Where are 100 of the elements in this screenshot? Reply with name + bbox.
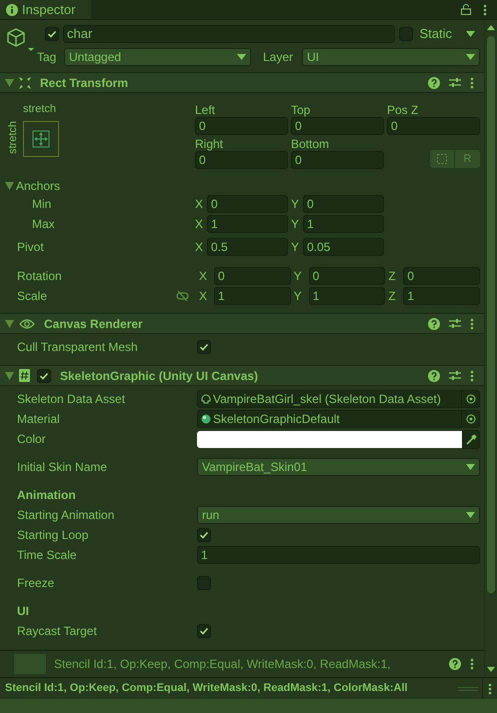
layer-dropdown[interactable]: UI: [302, 48, 480, 66]
section-heading: Animation: [17, 487, 76, 504]
collapse-icon[interactable]: [5, 372, 14, 380]
number-field[interactable]: 0: [308, 267, 386, 286]
property-label: Raycast Target: [17, 623, 98, 640]
lock-icon[interactable]: [461, 4, 471, 15]
help-icon[interactable]: [428, 370, 440, 382]
material-preview-title: Stencil Id:1, Op:Keep, Comp:Equal, WriteMask:0, ReadMask:1,: [54, 656, 391, 674]
tag-label: Tag: [37, 49, 58, 66]
unlinked-icon[interactable]: [176, 291, 189, 302]
checkbox[interactable]: [197, 624, 211, 638]
property-label: Cull Transparent Mesh: [17, 339, 139, 356]
number-field[interactable]: 1: [214, 287, 291, 306]
dropdown[interactable]: VampireBat_Skin01: [197, 458, 480, 476]
number-field[interactable]: 1: [308, 287, 386, 306]
anchors-foldout[interactable]: Anchors: [16, 176, 60, 195]
skull-icon: [201, 394, 211, 404]
info-icon: [6, 4, 18, 16]
number-field[interactable]: 0: [291, 117, 384, 136]
number-field[interactable]: 0.5: [207, 238, 288, 256]
dropdown[interactable]: run: [197, 506, 480, 524]
field-label: Right: [195, 136, 224, 152]
check-icon: [199, 530, 209, 540]
axis-label: Y: [291, 239, 300, 256]
axis-label: X: [199, 288, 208, 306]
component-header[interactable]: SkeletonGraphic (Unity UI Canvas): [0, 365, 484, 386]
object-field[interactable]: SkeletonGraphicDefault: [197, 410, 480, 428]
number-field[interactable]: 0: [207, 195, 288, 214]
checkbox[interactable]: [197, 340, 211, 354]
move-arrows-icon: [32, 130, 50, 148]
caret-icon: [237, 54, 246, 60]
number-field[interactable]: 0: [195, 151, 288, 170]
enabled-checkbox[interactable]: [37, 368, 51, 383]
component-header[interactable]: Rect Transform: [0, 72, 484, 94]
axis-label: X: [195, 196, 204, 214]
settings-icon[interactable]: [449, 77, 461, 88]
checkbox[interactable]: [197, 576, 211, 590]
more-icon[interactable]: [470, 658, 474, 670]
settings-icon[interactable]: [449, 318, 461, 330]
help-icon[interactable]: [449, 658, 461, 670]
active-checkbox[interactable]: [45, 27, 59, 41]
axis-label: Z: [388, 288, 397, 306]
number-field[interactable]: 0: [214, 267, 291, 286]
axis-label: Z: [388, 268, 397, 286]
check-icon: [47, 29, 57, 39]
help-icon[interactable]: [428, 76, 440, 89]
sphere-icon: [201, 414, 211, 424]
script-icon: [19, 369, 30, 382]
static-checkbox[interactable]: [399, 27, 414, 41]
collapse-icon[interactable]: [5, 182, 14, 190]
number-field[interactable]: 0: [303, 195, 384, 214]
settings-icon[interactable]: [449, 370, 461, 382]
axis-label: Y: [291, 216, 300, 234]
number-field[interactable]: 0: [387, 117, 480, 136]
check-icon: [199, 342, 209, 352]
number-field[interactable]: 1: [403, 287, 480, 306]
more-icon[interactable]: [488, 682, 492, 694]
property-label: Material: [17, 411, 61, 428]
more-icon[interactable]: [470, 76, 474, 89]
axis-label: X: [195, 216, 204, 234]
more-icon[interactable]: [483, 4, 487, 16]
component-title: Canvas Renderer: [44, 316, 143, 333]
more-icon[interactable]: [470, 318, 474, 330]
target-icon[interactable]: [466, 394, 476, 404]
tag-dropdown[interactable]: Untagged: [64, 48, 251, 66]
number-field[interactable]: 1: [303, 215, 384, 234]
color-swatch[interactable]: [197, 430, 462, 448]
checkbox[interactable]: [197, 528, 211, 542]
property-label: Scale: [17, 288, 48, 306]
number-field[interactable]: 0: [403, 267, 480, 286]
property-label: Pivot: [16, 239, 45, 256]
inspector-tab[interactable]: Inspector: [0, 0, 91, 19]
property-label: Rotation: [16, 268, 63, 286]
help-icon[interactable]: [428, 318, 440, 330]
collapse-icon[interactable]: [5, 78, 14, 87]
anchor-preset-button[interactable]: [23, 120, 59, 157]
target-icon[interactable]: [466, 414, 476, 424]
component-header[interactable]: Canvas Renderer: [0, 313, 484, 334]
number-field[interactable]: 0.05: [303, 238, 384, 256]
collapse-icon[interactable]: [5, 320, 14, 328]
axis-label: X: [199, 268, 208, 286]
resize-handle-icon[interactable]: [458, 686, 478, 690]
blueprint-button[interactable]: [430, 150, 454, 168]
axis-label: Y: [294, 268, 303, 286]
eye-icon: [19, 318, 35, 329]
object-field[interactable]: VampireBatGirl_skel (Skeleton Data Asset): [197, 390, 480, 408]
property-label: Min: [31, 196, 52, 214]
number-field[interactable]: 0: [291, 151, 384, 170]
number-field[interactable]: 1: [207, 215, 288, 234]
field-label: Top: [291, 102, 312, 118]
text-field[interactable]: 1: [197, 546, 480, 564]
check-icon: [199, 626, 209, 636]
status-text: Stencil Id:1, Op:Keep, Comp:Equal, WriteMask:0, ReadMask:1, ColorMask:All: [4, 681, 408, 696]
number-field[interactable]: 0: [195, 117, 288, 136]
component-title: SkeletonGraphic (Unity UI Canvas): [60, 368, 258, 385]
name-field[interactable]: char: [63, 25, 396, 43]
property-label: Freeze: [17, 575, 56, 592]
more-icon[interactable]: [470, 370, 474, 382]
eyedropper-button[interactable]: [462, 430, 480, 449]
eyedropper-icon: [466, 434, 476, 445]
